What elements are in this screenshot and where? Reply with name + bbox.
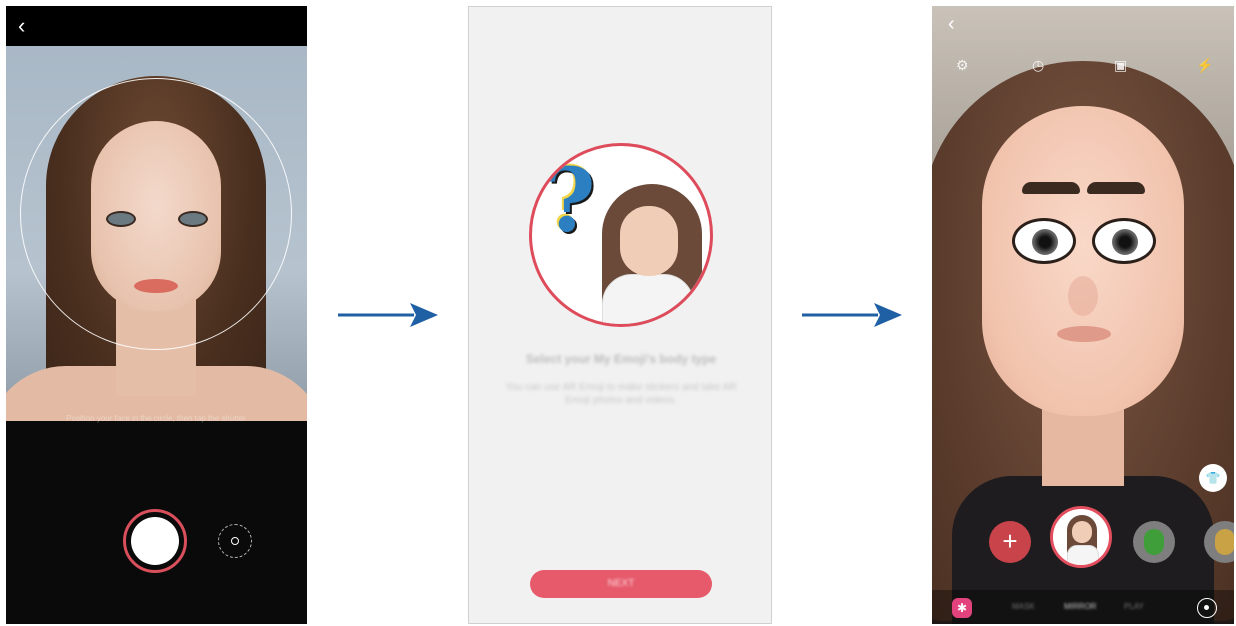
- left-eyebrow: [1022, 182, 1080, 194]
- switch-camera-dot: [231, 537, 239, 545]
- aspect-ratio-icon[interactable]: ▣: [1114, 56, 1127, 74]
- settings-icon[interactable]: ⚙: [956, 56, 969, 74]
- thumb-face: [1072, 521, 1092, 543]
- shutter-inner: [131, 517, 179, 565]
- ar-emoji-camera-screen: ‹ ⚙ ◷ ▣ ⚡ 👕 + ✱ MASK MIRROR PLAY: [932, 6, 1234, 624]
- mode-tab-play[interactable]: PLAY: [1124, 602, 1144, 612]
- body-type-screen: ? Select your My Emoji's body type You c…: [468, 6, 772, 624]
- recenter-icon[interactable]: [1197, 598, 1217, 618]
- next-button-label: NEXT: [607, 578, 635, 589]
- right-eye: [1092, 218, 1156, 264]
- nose: [1068, 276, 1098, 316]
- screen-title: Select your My Emoji's body type: [525, 352, 717, 366]
- owl-icon: [1215, 529, 1234, 555]
- right-iris: [1112, 229, 1138, 255]
- sticker-icon[interactable]: ✱: [952, 598, 972, 618]
- thumb-body: [1067, 545, 1099, 565]
- left-iris: [1032, 229, 1058, 255]
- avatar-body: [602, 274, 694, 324]
- switch-camera-icon[interactable]: [218, 524, 252, 558]
- timer-off-icon[interactable]: ◷: [1032, 56, 1044, 74]
- face-capture-screen: ‹ Position your face in the circle, then…: [6, 6, 307, 624]
- flash-icon[interactable]: ⚡: [1196, 56, 1213, 74]
- avatar-face: [620, 206, 678, 276]
- next-button[interactable]: NEXT: [530, 570, 712, 598]
- screen-description: You can use AR Emoji to make stickers an…: [505, 382, 737, 406]
- create-emoji-button[interactable]: +: [989, 521, 1031, 563]
- face-guide-circle: [20, 78, 292, 350]
- mouth: [1057, 326, 1111, 342]
- top-bar: ‹: [6, 6, 307, 46]
- arrow-right-icon: [802, 303, 902, 327]
- dinosaur-icon: [1144, 529, 1164, 555]
- recenter-dot: [1204, 605, 1209, 610]
- mode-tab-mask[interactable]: MASK: [1012, 602, 1035, 612]
- clothing-icon[interactable]: 👕: [1199, 464, 1227, 492]
- dinosaur-emoji-thumbnail[interactable]: [1133, 521, 1175, 563]
- right-eyebrow: [1087, 182, 1145, 194]
- arrow-right-icon: [338, 303, 438, 327]
- avatar-preview-circle: ?: [529, 143, 713, 327]
- selected-emoji-thumbnail[interactable]: [1050, 506, 1112, 568]
- capture-hint: Position your face in the circle, then t…: [66, 414, 246, 423]
- chevron-left-icon[interactable]: ‹: [948, 12, 955, 36]
- shutter-button[interactable]: [123, 509, 187, 573]
- avatar-face: [982, 106, 1184, 416]
- chevron-left-icon[interactable]: ‹: [18, 12, 25, 40]
- left-eye: [1012, 218, 1076, 264]
- question-mark-icon: ?: [544, 148, 596, 252]
- mode-tab-mirror[interactable]: MIRROR: [1064, 602, 1096, 612]
